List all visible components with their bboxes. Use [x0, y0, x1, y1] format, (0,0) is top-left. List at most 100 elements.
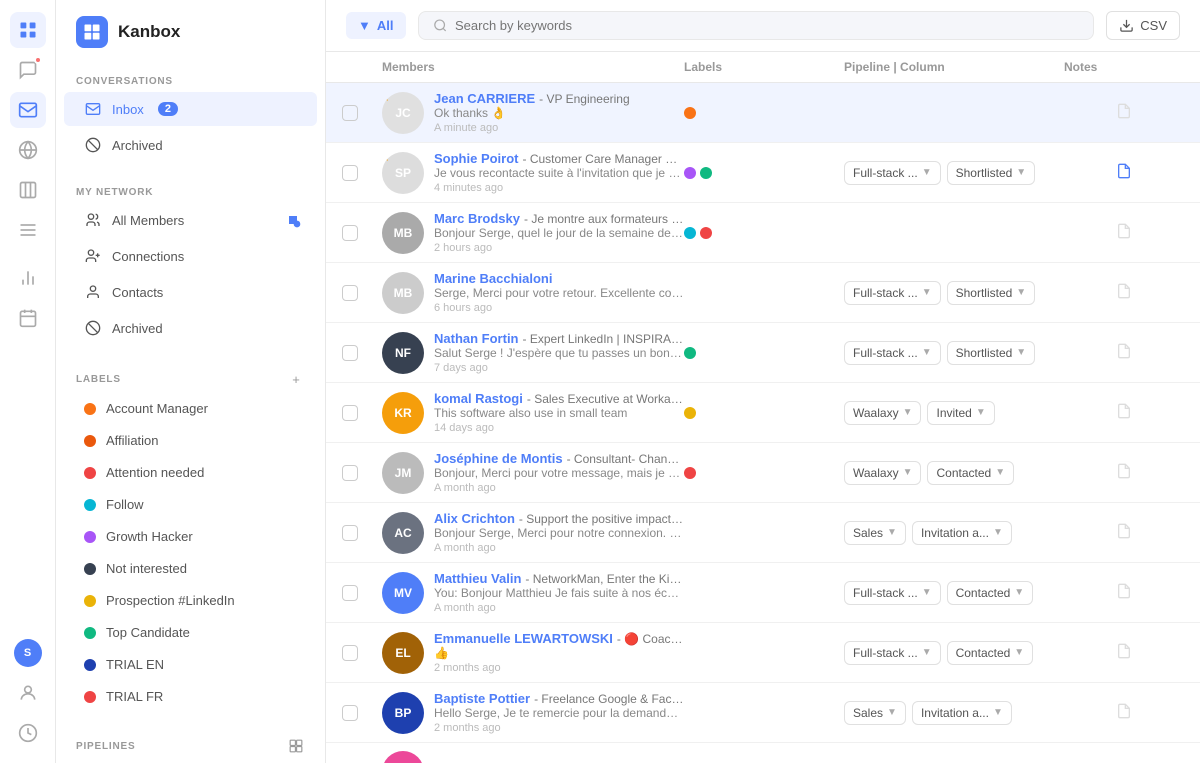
- notes-icon[interactable]: [1116, 343, 1132, 362]
- table-row[interactable]: EL Emmanuelle LEWARTOWSKI - 🔴 Coaching W…: [326, 623, 1200, 683]
- member-cell: NF Nathan Fortin - Expert LinkedIn | INS…: [382, 331, 684, 374]
- column-selector[interactable]: Invitation a... ▼: [912, 521, 1012, 545]
- sidebar-item-label-not-interested[interactable]: Not interested: [64, 553, 317, 584]
- pipeline-selector[interactable]: Full-stack ... ▼: [844, 161, 941, 185]
- sidebar-item-label-attention-needed[interactable]: Attention needed: [64, 457, 317, 488]
- sidebar-item-label-follow[interactable]: Follow: [64, 489, 317, 520]
- sidebar-item-label-growth-hacker[interactable]: Growth Hacker: [64, 521, 317, 552]
- inbox-label: Inbox: [112, 102, 144, 117]
- table-row[interactable]: BP Baptiste Pottier - Freelance Google &…: [326, 683, 1200, 743]
- member-title: - VP Engineering: [539, 92, 630, 106]
- sidebar-item-label-trial-en[interactable]: TRIAL EN: [64, 649, 317, 680]
- sidebar-item-network-archived[interactable]: Archived: [64, 311, 317, 345]
- row-checkbox[interactable]: [342, 165, 358, 181]
- pipelines-add-button[interactable]: [287, 737, 305, 755]
- row-checkbox[interactable]: [342, 645, 358, 661]
- csv-download-button[interactable]: CSV: [1106, 11, 1180, 40]
- row-checkbox[interactable]: [342, 225, 358, 241]
- column-selector[interactable]: Shortlisted ▼: [947, 341, 1036, 365]
- pipeline-selector[interactable]: Sales ▼: [844, 701, 906, 725]
- pipeline-selector[interactable]: Full-stack ... ▼: [844, 281, 941, 305]
- nav-mail-icon[interactable]: [10, 92, 46, 128]
- nav-users-icon[interactable]: [10, 675, 46, 711]
- table-row[interactable]: ★ SP Sophie Poirot - Customer Care Manag…: [326, 143, 1200, 203]
- sidebar-item-label-top-candidate[interactable]: Top Candidate: [64, 617, 317, 648]
- table-row[interactable]: MB Marc Brodsky - Je montre aux formateu…: [326, 203, 1200, 263]
- nav-chart-icon[interactable]: [10, 260, 46, 296]
- table-row[interactable]: MB Marine Bacchialoni Serge, Merci pour …: [326, 263, 1200, 323]
- label-tag: [684, 107, 696, 119]
- nav-avatar-icon[interactable]: S: [10, 635, 46, 671]
- pipeline-selector[interactable]: Full-stack ... ▼: [844, 581, 941, 605]
- column-selector[interactable]: Contacted ▼: [947, 641, 1034, 665]
- row-checkbox[interactable]: [342, 525, 358, 541]
- nav-globe-icon[interactable]: [10, 132, 46, 168]
- row-checkbox[interactable]: [342, 405, 358, 421]
- search-input[interactable]: [455, 18, 1079, 33]
- table-row[interactable]: ★ JC Jean CARRIERE - VP Engineering Ok t…: [326, 83, 1200, 143]
- notes-icon[interactable]: [1116, 403, 1132, 422]
- filter-all-button[interactable]: ▼ All: [346, 12, 406, 39]
- row-checkbox[interactable]: [342, 585, 358, 601]
- table-header-pipeline: Pipeline | Column: [844, 60, 1064, 74]
- row-checkbox[interactable]: [342, 285, 358, 301]
- nav-home-icon[interactable]: [10, 12, 46, 48]
- pipeline-selector[interactable]: Full-stack ... ▼: [844, 641, 941, 665]
- nav-inbox-icon[interactable]: [10, 52, 46, 88]
- sidebar-item-label-trial-fr[interactable]: TRIAL FR: [64, 681, 317, 712]
- notes-icon[interactable]: [1116, 643, 1132, 662]
- notes-icon[interactable]: [1116, 283, 1132, 302]
- labels-add-button[interactable]: +: [287, 370, 305, 388]
- notes-icon[interactable]: [1116, 523, 1132, 542]
- table-row[interactable]: JP Jennifer Pelletier - J'accompagne les…: [326, 743, 1200, 763]
- notes-icon[interactable]: [1116, 223, 1132, 242]
- sidebar-item-contacts[interactable]: Contacts: [64, 275, 317, 309]
- search-bar[interactable]: [418, 11, 1095, 40]
- notes-icon[interactable]: [1116, 583, 1132, 602]
- notes-icon[interactable]: [1116, 103, 1132, 122]
- row-checkbox[interactable]: [342, 345, 358, 361]
- row-checkbox[interactable]: [342, 465, 358, 481]
- csv-label: CSV: [1140, 18, 1167, 33]
- notes-icon[interactable]: [1116, 463, 1132, 482]
- nav-list-icon[interactable]: [10, 212, 46, 248]
- column-selector[interactable]: Contacted ▼: [927, 461, 1014, 485]
- sidebar-item-archived[interactable]: Archived: [64, 128, 317, 162]
- column-selector[interactable]: Invited ▼: [927, 401, 994, 425]
- pipeline-cell: Full-stack ... ▼ Shortlisted ▼: [844, 341, 1064, 365]
- main-area: ▼ All CSV Members Labels Pipeline | Colu…: [326, 0, 1200, 763]
- notes-icon[interactable]: [1116, 703, 1132, 722]
- pipeline-selector[interactable]: Sales ▼: [844, 521, 906, 545]
- notes-icon[interactable]: [1116, 163, 1132, 182]
- pipeline-selector[interactable]: Waalaxy ▼: [844, 401, 921, 425]
- member-name: Marine Bacchialoni: [434, 271, 552, 286]
- sidebar-logo: Kanbox: [56, 0, 325, 64]
- nav-kanban-icon[interactable]: [10, 172, 46, 208]
- sidebar-item-label-account-manager[interactable]: Account Manager: [64, 393, 317, 424]
- pipeline-selector[interactable]: Full-stack ... ▼: [844, 341, 941, 365]
- pipeline-selector[interactable]: Waalaxy ▼: [844, 461, 921, 485]
- member-name: Sophie Poirot: [434, 151, 519, 166]
- sidebar-item-connections[interactable]: Connections: [64, 239, 317, 273]
- column-selector[interactable]: Shortlisted ▼: [947, 281, 1036, 305]
- nav-clock-icon[interactable]: [10, 715, 46, 751]
- sidebar-item-label-prospection-#linkedin[interactable]: Prospection #LinkedIn: [64, 585, 317, 616]
- table-row[interactable]: MV Matthieu Valin - NetworkMan, Enter th…: [326, 563, 1200, 623]
- table-row[interactable]: AC Alix Crichton - Support the positive …: [326, 503, 1200, 563]
- table-row[interactable]: KR komal Rastogi - Sales Executive at Wo…: [326, 383, 1200, 443]
- table-row[interactable]: JM Joséphine de Montis - Consultant- Cha…: [326, 443, 1200, 503]
- nav-calendar-icon[interactable]: [10, 300, 46, 336]
- column-selector[interactable]: Invitation a... ▼: [912, 701, 1012, 725]
- inbox-badge: 2: [158, 102, 178, 116]
- table-row[interactable]: NF Nathan Fortin - Expert LinkedIn | INS…: [326, 323, 1200, 383]
- message-preview: Bonjour Serge, Merci pour notre connexio…: [434, 526, 684, 540]
- row-checkbox[interactable]: [342, 705, 358, 721]
- pipeline-name: Waalaxy: [853, 406, 899, 420]
- sidebar-item-label-affiliation[interactable]: Affiliation: [64, 425, 317, 456]
- column-selector[interactable]: Shortlisted ▼: [947, 161, 1036, 185]
- connections-icon: [84, 247, 102, 265]
- sidebar-item-all-members[interactable]: All Members: [64, 203, 317, 237]
- sidebar-item-inbox[interactable]: Inbox 2: [64, 92, 317, 126]
- row-checkbox[interactable]: [342, 105, 358, 121]
- column-selector[interactable]: Contacted ▼: [947, 581, 1034, 605]
